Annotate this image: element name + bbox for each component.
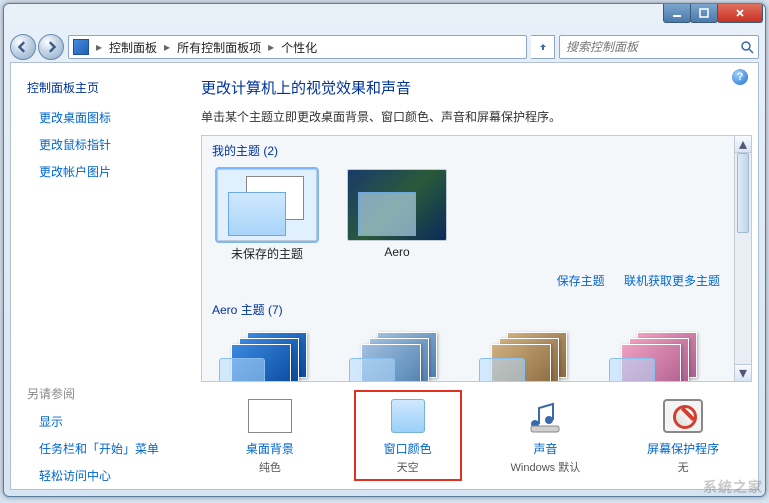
scrollbar[interactable]: ▴ ▾ [734,136,751,381]
crumb-personalization[interactable]: 个性化 [277,39,321,56]
personalization-window: ▸ 控制面板 ▸ 所有控制面板项 ▸ 个性化 控制面板主页 更改桌面图标 更改鼠… [3,3,766,497]
sound-icon [521,396,569,436]
setting-desktop-background[interactable]: 桌面背景 纯色 [216,390,324,481]
see-also-label: 另请参阅 [11,385,181,408]
content-body: 控制面板主页 更改桌面图标 更改鼠标指针 更改帐户图片 另请参阅 显示 任务栏和… [10,62,759,490]
sidebar-link-ease-of-access[interactable]: 轻松访问中心 [11,462,181,489]
setting-sound[interactable]: 声音 Windows 默认 [491,390,599,481]
theme-item[interactable] [212,328,322,382]
theme-unsaved[interactable]: 未保存的主题 [212,169,322,262]
theme-label: 未保存的主题 [212,245,322,262]
theme-item[interactable] [342,328,452,382]
search-box[interactable] [559,35,759,59]
save-theme-link[interactable]: 保存主题 [557,274,605,288]
search-icon[interactable] [736,36,758,58]
setting-screensaver[interactable]: 屏幕保护程序 无 [629,390,737,481]
chevron-right-icon: ▸ [161,40,173,54]
scroll-up-button[interactable]: ▴ [735,136,751,153]
crumb-all-items[interactable]: 所有控制面板项 [173,39,265,56]
desktop-background-icon [246,396,294,436]
more-themes-link[interactable]: 联机获取更多主题 [624,274,720,288]
theme-actions: 保存主题 联机获取更多主题 [202,268,734,295]
minimize-button[interactable] [663,4,691,23]
sidebar-home[interactable]: 控制面板主页 [11,79,181,104]
sidebar-link-desktop-icons[interactable]: 更改桌面图标 [11,104,181,131]
help-icon[interactable]: ? [732,69,748,85]
breadcrumb-bar[interactable]: ▸ 控制面板 ▸ 所有控制面板项 ▸ 个性化 [68,35,527,59]
screensaver-icon [659,396,707,436]
title-bar [4,4,765,32]
address-bar: ▸ 控制面板 ▸ 所有控制面板项 ▸ 个性化 [4,32,765,62]
scroll-down-button[interactable]: ▾ [735,364,751,381]
crumb-control-panel[interactable]: 控制面板 [105,39,161,56]
maximize-button[interactable] [690,4,718,23]
nav-forward-button[interactable] [38,34,64,60]
sidebar: 控制面板主页 更改桌面图标 更改鼠标指针 更改帐户图片 另请参阅 显示 任务栏和… [11,63,181,489]
settings-bar: 桌面背景 纯色 窗口颜色 天空 声音 Windows 默认 屏幕保护程序 无 [201,382,752,483]
section-aero-themes: Aero 主题 (7) [202,295,734,322]
nav-back-button[interactable] [10,34,36,60]
setting-window-color[interactable]: 窗口颜色 天空 [354,390,462,481]
refresh-button[interactable] [531,35,555,59]
section-my-themes: 我的主题 (2) [202,136,734,163]
sidebar-link-mouse-pointers[interactable]: 更改鼠标指针 [11,131,181,158]
main-panel: ? 更改计算机上的视觉效果和声音 单击某个主题立即更改桌面背景、窗口颜色、声音和… [181,63,758,489]
page-title: 更改计算机上的视觉效果和声音 [201,77,752,98]
sidebar-link-display[interactable]: 显示 [11,408,181,435]
theme-item[interactable] [602,328,712,382]
sidebar-link-account-picture[interactable]: 更改帐户图片 [11,158,181,185]
theme-item[interactable] [472,328,582,382]
theme-label: Aero [342,245,452,259]
themes-container: 我的主题 (2) 未保存的主题 Aero 保存主题 联机获取更多主 [201,135,752,382]
theme-aero[interactable]: Aero [342,169,452,262]
chevron-right-icon: ▸ [265,40,277,54]
window-color-icon [384,396,432,436]
chevron-right-icon: ▸ [93,40,105,54]
page-description: 单击某个主题立即更改桌面背景、窗口颜色、声音和屏幕保护程序。 [201,108,752,125]
sidebar-link-taskbar[interactable]: 任务栏和「开始」菜单 [11,435,181,462]
scroll-thumb[interactable] [737,153,749,233]
close-button[interactable] [717,4,763,23]
search-input[interactable] [560,40,736,54]
control-panel-icon [73,39,89,55]
